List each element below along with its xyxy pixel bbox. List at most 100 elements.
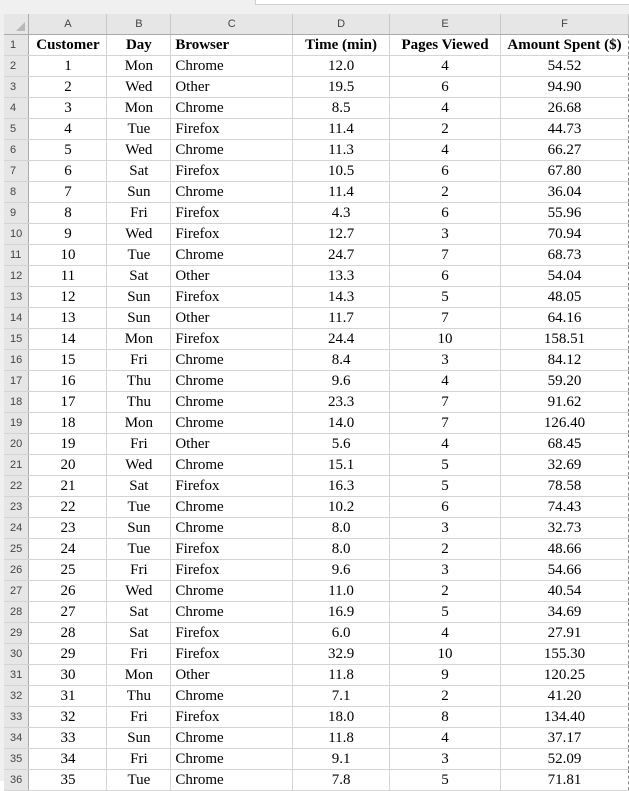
cell-pages-viewed[interactable]: 6: [389, 496, 501, 518]
cell-time[interactable]: 9.6: [292, 559, 391, 581]
cell-day[interactable]: Fri: [106, 748, 172, 770]
cell-amount-spent[interactable]: 74.43: [500, 496, 629, 518]
cell-amount-spent[interactable]: 54.66: [500, 559, 629, 581]
cell-customer[interactable]: 11: [28, 265, 108, 287]
cell-time[interactable]: 11.8: [292, 727, 391, 749]
cell-day[interactable]: Tue: [106, 118, 172, 140]
cell-amount-spent[interactable]: 32.73: [500, 517, 629, 539]
cell-day[interactable]: Tue: [106, 244, 172, 266]
cell-amount-spent[interactable]: 40.54: [500, 580, 629, 602]
cell-time[interactable]: 32.9: [292, 643, 391, 665]
cell-time[interactable]: 5.6: [292, 433, 391, 455]
cell-browser[interactable]: Chrome: [170, 517, 294, 539]
cell-day[interactable]: Thu: [106, 391, 172, 413]
cell-browser[interactable]: Firefox: [170, 538, 294, 560]
row-header[interactable]: 28: [4, 601, 30, 623]
row-header[interactable]: 6: [4, 139, 30, 161]
cell-customer[interactable]: 35: [28, 769, 108, 791]
cell-browser[interactable]: Firefox: [170, 202, 294, 224]
row-header[interactable]: 5: [4, 118, 30, 140]
cell-browser[interactable]: Chrome: [170, 748, 294, 770]
cell-pages-viewed[interactable]: 10: [389, 328, 501, 350]
row-header[interactable]: 15: [4, 328, 30, 350]
column-header-e[interactable]: E: [389, 14, 501, 35]
cell-customer[interactable]: 17: [28, 391, 108, 413]
cell-day[interactable]: Tue: [106, 496, 172, 518]
cell-pages-viewed[interactable]: 2: [389, 118, 501, 140]
cell-day[interactable]: Wed: [106, 580, 172, 602]
row-header[interactable]: 9: [4, 202, 30, 224]
cell-pages-viewed[interactable]: 5: [389, 475, 501, 497]
cell-amount-spent[interactable]: 91.62: [500, 391, 629, 413]
cell-pages-viewed[interactable]: 6: [389, 76, 501, 98]
cell-pages-viewed[interactable]: 7: [389, 307, 501, 329]
row-header[interactable]: 33: [4, 706, 30, 728]
cell-browser[interactable]: Chrome: [170, 244, 294, 266]
column-header-c[interactable]: C: [170, 14, 294, 35]
cell-pages-viewed[interactable]: 7: [389, 244, 501, 266]
cell-pages-viewed[interactable]: 3: [389, 349, 501, 371]
cell-time[interactable]: 11.0: [292, 580, 391, 602]
cell-time[interactable]: 24.7: [292, 244, 391, 266]
cell-day[interactable]: Sun: [106, 727, 172, 749]
cell-customer[interactable]: 24: [28, 538, 108, 560]
cell-time[interactable]: 10.2: [292, 496, 391, 518]
cell-browser[interactable]: Chrome: [170, 55, 294, 77]
cell-time[interactable]: 14.0: [292, 412, 391, 434]
cell-browser[interactable]: Chrome: [170, 496, 294, 518]
cell-customer[interactable]: 13: [28, 307, 108, 329]
cell-browser[interactable]: Firefox: [170, 118, 294, 140]
header-cell-time[interactable]: Time (min): [292, 34, 391, 56]
cell-customer[interactable]: 1: [28, 55, 108, 77]
cell-day[interactable]: Tue: [106, 538, 172, 560]
cell-browser[interactable]: Other: [170, 265, 294, 287]
cell-day[interactable]: Mon: [106, 97, 172, 119]
row-header[interactable]: 25: [4, 538, 30, 560]
cell-amount-spent[interactable]: 52.09: [500, 748, 629, 770]
cell-pages-viewed[interactable]: 6: [389, 160, 501, 182]
cell-pages-viewed[interactable]: 4: [389, 727, 501, 749]
cell-time[interactable]: 18.0: [292, 706, 391, 728]
cell-customer[interactable]: 32: [28, 706, 108, 728]
cell-time[interactable]: 12.0: [292, 55, 391, 77]
cell-customer[interactable]: 2: [28, 76, 108, 98]
cell-time[interactable]: 24.4: [292, 328, 391, 350]
cell-browser[interactable]: Firefox: [170, 160, 294, 182]
cell-browser[interactable]: Chrome: [170, 391, 294, 413]
cell-amount-spent[interactable]: 68.73: [500, 244, 629, 266]
cell-pages-viewed[interactable]: 4: [389, 97, 501, 119]
cell-time[interactable]: 13.3: [292, 265, 391, 287]
cell-amount-spent[interactable]: 54.04: [500, 265, 629, 287]
row-header[interactable]: 1: [4, 34, 30, 56]
cell-customer[interactable]: 31: [28, 685, 108, 707]
row-header[interactable]: 13: [4, 286, 30, 308]
cell-pages-viewed[interactable]: 7: [389, 391, 501, 413]
cell-amount-spent[interactable]: 71.81: [500, 769, 629, 791]
cell-pages-viewed[interactable]: 4: [389, 55, 501, 77]
cell-customer[interactable]: 29: [28, 643, 108, 665]
cell-customer[interactable]: 18: [28, 412, 108, 434]
column-header-f[interactable]: F: [500, 14, 629, 35]
cell-amount-spent[interactable]: 27.91: [500, 622, 629, 644]
cell-customer[interactable]: 25: [28, 559, 108, 581]
cell-day[interactable]: Wed: [106, 139, 172, 161]
cell-browser[interactable]: Firefox: [170, 559, 294, 581]
row-header[interactable]: 23: [4, 496, 30, 518]
cell-amount-spent[interactable]: 44.73: [500, 118, 629, 140]
cell-customer[interactable]: 12: [28, 286, 108, 308]
row-header[interactable]: 3: [4, 76, 30, 98]
header-cell-pages-viewed[interactable]: Pages Viewed: [389, 34, 501, 56]
header-cell-browser[interactable]: Browser: [170, 34, 294, 56]
cell-browser[interactable]: Firefox: [170, 223, 294, 245]
cell-customer[interactable]: 5: [28, 139, 108, 161]
row-header[interactable]: 31: [4, 664, 30, 686]
row-header[interactable]: 19: [4, 412, 30, 434]
row-header[interactable]: 29: [4, 622, 30, 644]
cell-amount-spent[interactable]: 41.20: [500, 685, 629, 707]
cell-browser[interactable]: Other: [170, 433, 294, 455]
cell-browser[interactable]: Firefox: [170, 643, 294, 665]
cell-pages-viewed[interactable]: 4: [389, 139, 501, 161]
cell-customer[interactable]: 8: [28, 202, 108, 224]
cell-amount-spent[interactable]: 126.40: [500, 412, 629, 434]
cell-pages-viewed[interactable]: 2: [389, 538, 501, 560]
